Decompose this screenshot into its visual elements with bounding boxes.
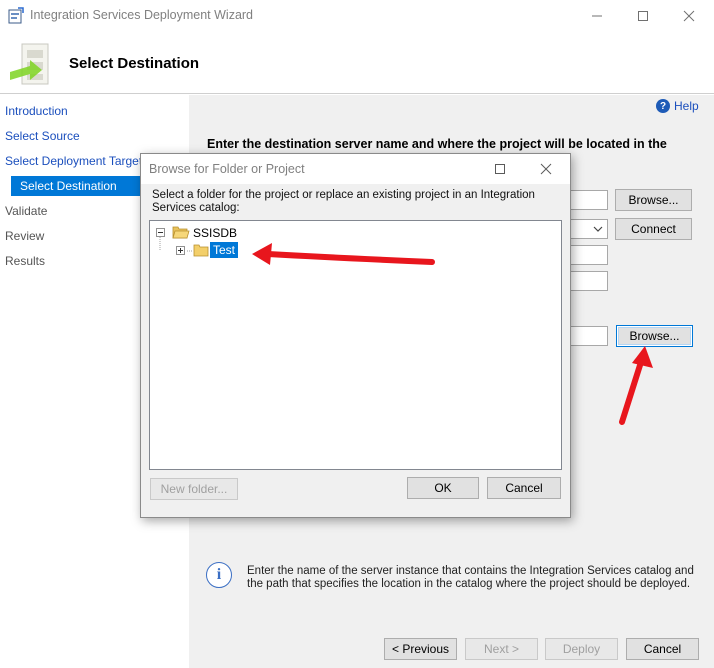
annotation-arrows: [252, 243, 653, 425]
arrow-to-browse-button: [619, 346, 653, 425]
arrow-to-test-folder: [252, 243, 435, 265]
